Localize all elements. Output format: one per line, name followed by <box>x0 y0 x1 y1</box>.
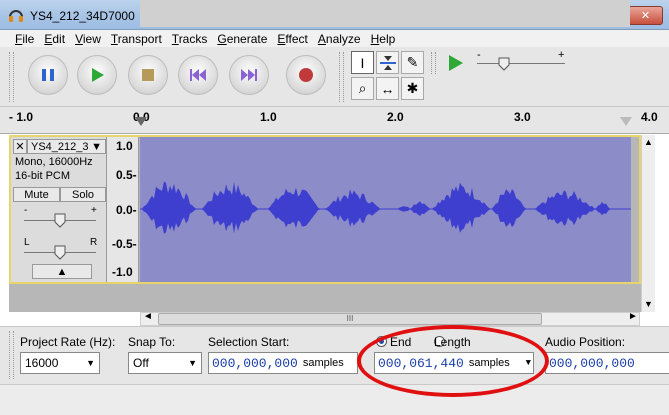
ruler-region[interactable] <box>140 0 630 27</box>
menu-view[interactable]: View <box>70 32 106 46</box>
selection-toolbar-grip[interactable] <box>9 331 14 379</box>
multi-tool[interactable]: ✱ <box>401 77 424 100</box>
menu-file[interactable]: File <box>10 32 39 46</box>
scroll-up-icon[interactable]: ▲ <box>644 137 653 147</box>
menu-bar: File Edit View Transport Tracks Generate… <box>0 30 669 47</box>
selection-tool[interactable]: I <box>351 51 374 74</box>
project-rate-value: 16000 <box>25 356 59 370</box>
record-icon <box>299 68 313 82</box>
timeshift-tool[interactable]: ↔ <box>376 77 399 100</box>
menu-generate[interactable]: Generate <box>212 32 272 46</box>
draw-tool[interactable]: ✎ <box>401 51 424 74</box>
ruler-end-marker-icon <box>620 117 632 126</box>
track-bitdepth: 16-bit PCM <box>15 170 71 182</box>
ruler-tick: 4.0 <box>641 110 658 124</box>
tools-grip[interactable] <box>339 52 344 102</box>
snap-to-label: Snap To: <box>128 335 176 349</box>
window-title: YS4_212_34D7000 <box>30 9 135 23</box>
pause-icon <box>42 69 54 81</box>
menu-edit[interactable]: Edit <box>39 32 70 46</box>
track-name-menu[interactable]: YS4_212_3 ▼ <box>27 139 106 154</box>
scroll-right-icon[interactable]: ► <box>628 311 638 322</box>
speed-slider-track[interactable] <box>477 63 565 64</box>
solo-button[interactable]: Solo <box>60 187 106 202</box>
waveform <box>140 181 631 234</box>
speed-plus-label: + <box>558 49 565 61</box>
selection-start-field[interactable]: 000,000,000 samples <box>208 352 358 374</box>
speed-slider-thumb[interactable] <box>498 57 510 71</box>
timeshift-icon: ↔ <box>380 80 395 97</box>
menu-help[interactable]: Help <box>366 32 401 46</box>
dropdown-arrow-icon: ▼ <box>188 358 197 368</box>
multi-tool-icon: ✱ <box>406 80 419 96</box>
selection-start-value: 000,000,000 <box>212 355 298 371</box>
project-rate-label: Project Rate (Hz): <box>20 335 116 349</box>
project-rate-select[interactable]: 16000 ▼ <box>20 352 100 374</box>
scrollbar-thumb[interactable]: III <box>158 313 542 325</box>
dropdown-arrow-icon: ▼ <box>86 358 95 368</box>
menu-tracks[interactable]: Tracks <box>167 32 213 46</box>
menu-effect[interactable]: Effect <box>272 32 312 46</box>
track-name: YS4_212_3 <box>31 140 89 153</box>
zoom-icon: ⌕ <box>358 80 367 96</box>
play-button[interactable] <box>77 55 117 95</box>
track-close-button[interactable]: ✕ <box>13 139 27 154</box>
pencil-icon: ✎ <box>406 54 419 70</box>
pan-right-label: R <box>90 237 98 248</box>
pan-slider-thumb[interactable] <box>54 245 66 260</box>
play-icon <box>92 68 104 82</box>
ruler-tick: 2.0 <box>387 110 404 124</box>
play-head-marker-icon <box>135 117 147 126</box>
ibeam-icon: I <box>360 54 365 71</box>
skip-to-end-button[interactable] <box>229 55 269 95</box>
play-meter-grip[interactable] <box>431 52 436 74</box>
audio-position-value: 000,000,000 <box>549 355 635 371</box>
ruler-tick: 3.0 <box>514 110 531 124</box>
pan-left-label: L <box>24 237 30 248</box>
track-collapse-button[interactable]: ▲ <box>32 264 92 279</box>
highlight-annotation <box>357 325 549 397</box>
stop-icon <box>142 69 154 81</box>
selection-start-unit: samples <box>302 357 344 369</box>
empty-track-area[interactable] <box>9 284 641 312</box>
stop-button[interactable] <box>128 55 168 95</box>
close-icon: ✕ <box>15 141 25 153</box>
gain-plus-label: + <box>91 205 97 216</box>
timeline-ruler[interactable] <box>0 107 669 134</box>
audio-position-label: Audio Position: <box>545 335 626 349</box>
skip-to-start-icon <box>190 69 206 81</box>
track-format: Mono, 16000Hz <box>15 156 93 168</box>
scroll-down-icon[interactable]: ▼ <box>644 299 653 309</box>
zoom-tool[interactable]: ⌕ <box>351 77 374 100</box>
menu-transport[interactable]: Transport <box>106 32 167 46</box>
snap-to-select[interactable]: Off ▼ <box>128 352 202 374</box>
scroll-left-icon[interactable]: ◄ <box>143 311 153 322</box>
envelope-tool[interactable] <box>376 51 399 74</box>
snap-to-value: Off <box>133 356 149 370</box>
menu-analyze[interactable]: Analyze <box>313 32 366 46</box>
status-bar <box>0 384 669 415</box>
mute-button[interactable]: Mute <box>13 187 60 202</box>
gain-minus-label: - <box>24 205 28 216</box>
selection-start-label: Selection Start: <box>208 335 290 349</box>
gain-slider-thumb[interactable] <box>54 213 66 228</box>
speed-minus-label: - <box>477 49 481 61</box>
dropdown-arrow-icon: ▼ <box>91 140 102 153</box>
record-button[interactable] <box>286 55 326 95</box>
vertical-scrollbar[interactable] <box>641 135 655 312</box>
collapse-arrow-icon: ▲ <box>56 265 68 278</box>
pause-button[interactable] <box>28 55 68 95</box>
ruler-tick: - 1.0 <box>9 110 34 124</box>
skip-to-start-button[interactable] <box>178 55 218 95</box>
audacity-app-icon <box>9 10 23 22</box>
play-at-speed-icon[interactable] <box>445 53 465 73</box>
skip-to-end-icon <box>241 69 257 81</box>
audio-position-field[interactable]: 000,000,000 <box>545 352 669 374</box>
close-button[interactable]: ✕ <box>628 6 663 25</box>
envelope-icon <box>379 55 396 70</box>
toolbar-grip[interactable] <box>9 52 14 102</box>
ruler-tick: 1.0 <box>260 110 277 124</box>
